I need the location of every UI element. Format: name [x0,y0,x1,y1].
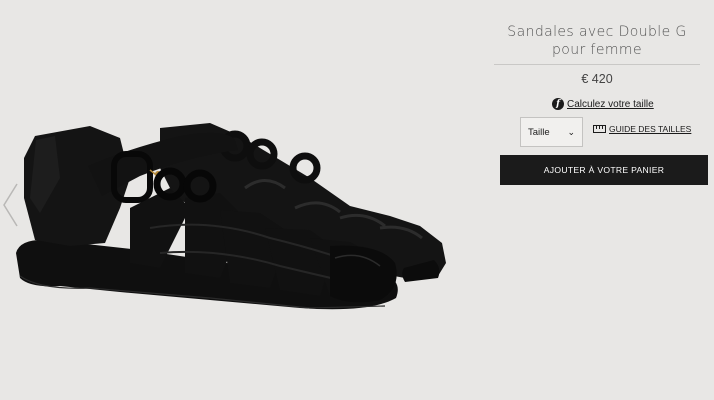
product-panel: Sandales avec Double G pour femme € 420 … [484,0,714,400]
calculate-size-link[interactable]: f Calculez votre taille [552,98,654,110]
ruler-icon [593,125,606,133]
chevron-down-icon: ⌄ [567,126,575,137]
calculate-size-label: Calculez votre taille [567,98,654,110]
fit-calculator-icon: f [552,98,564,110]
product-price: € 420 [581,72,613,86]
divider [494,64,700,65]
size-guide-label: GUIDE DES TAILLES [609,124,692,134]
product-image [16,123,446,310]
product-title: Sandales avec Double G pour femme [507,24,687,58]
size-select[interactable]: Taille ⌄ [520,117,583,147]
size-select-label: Taille [528,126,550,138]
add-to-cart-button[interactable]: AJOUTER À VOTRE PANIER [500,155,708,185]
product-gallery [0,0,484,400]
size-guide-link[interactable]: GUIDE DES TAILLES [593,124,691,134]
